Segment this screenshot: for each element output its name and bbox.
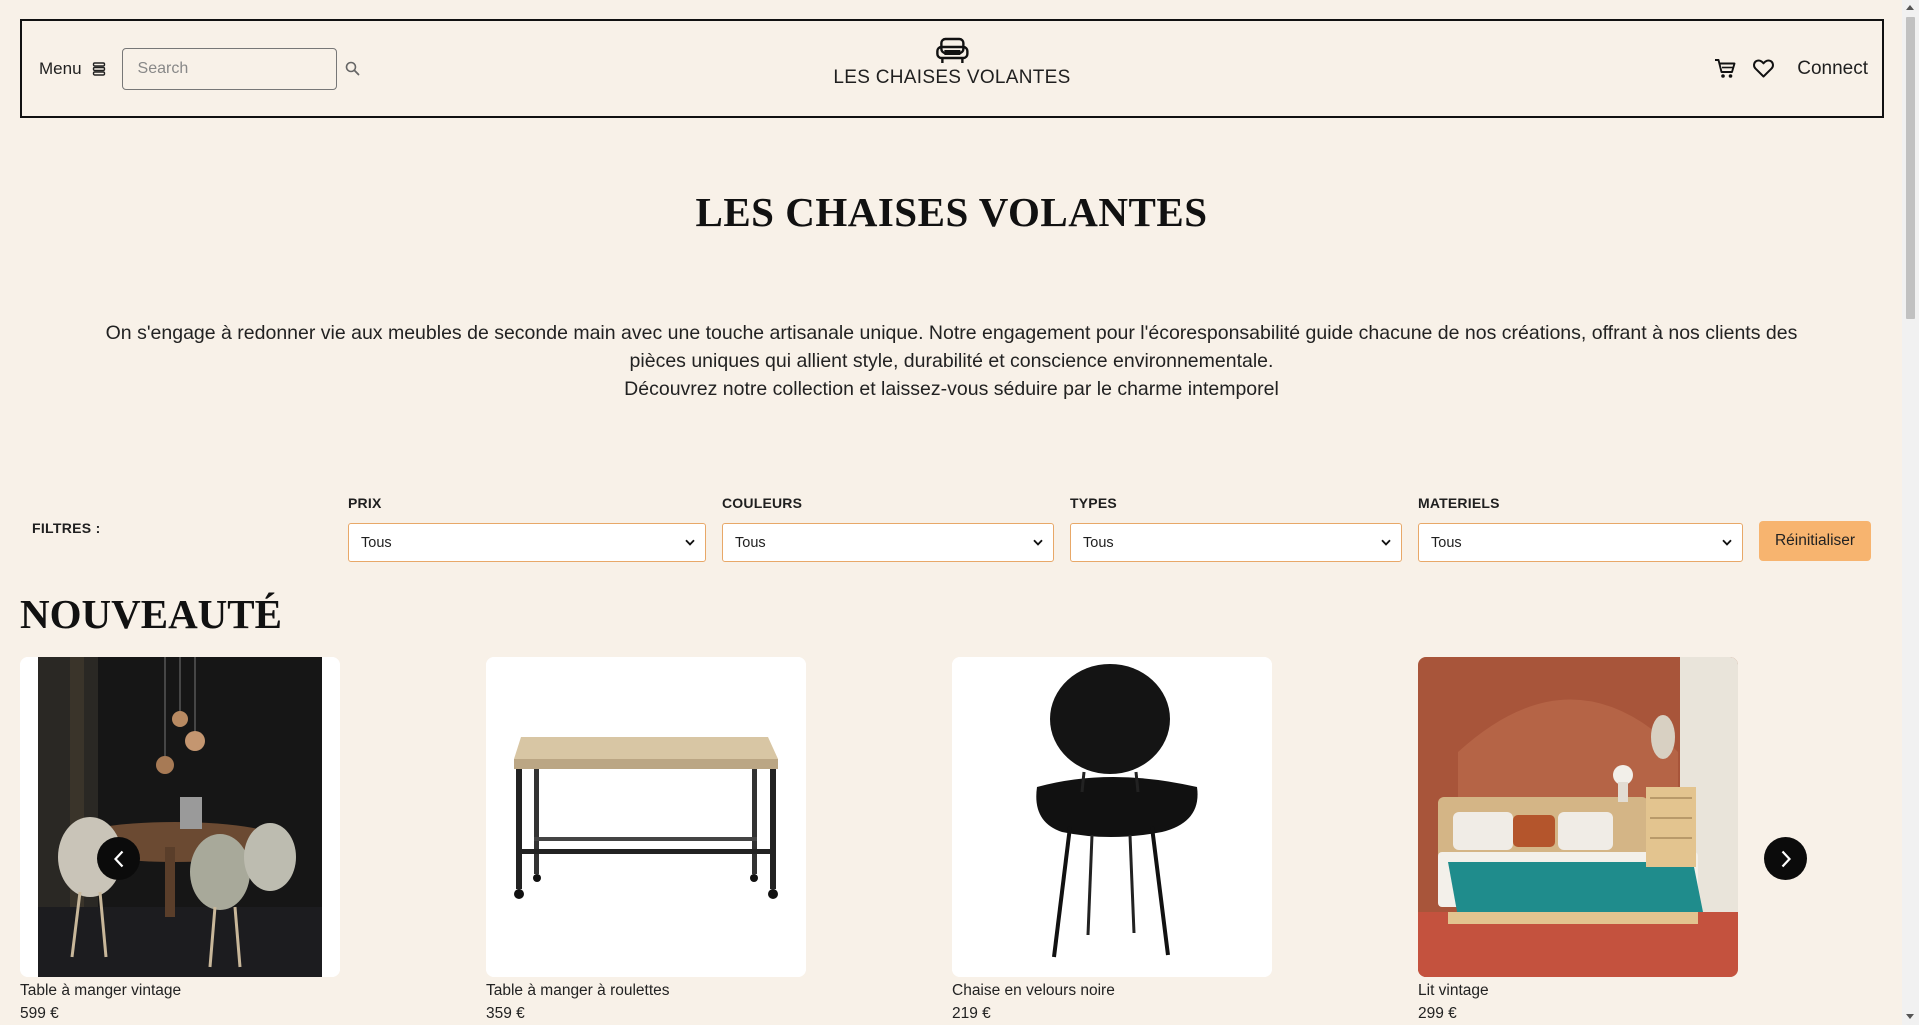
filter-materiels-value: Tous	[1431, 534, 1462, 551]
chevron-down-icon	[1033, 539, 1043, 546]
product-image[interactable]	[486, 657, 806, 977]
carousel-prev-button[interactable]	[97, 837, 140, 880]
scroll-up-arrow[interactable]	[1906, 5, 1914, 10]
search-input[interactable]	[137, 59, 345, 78]
reset-filters-button[interactable]: Réinitialiser	[1759, 521, 1871, 561]
filter-couleurs: COULEURS Tous	[722, 495, 1054, 562]
scroll-down-arrow[interactable]	[1906, 1014, 1914, 1019]
page-title: LES CHAISES VOLANTES	[695, 189, 1208, 235]
brand-name: LES CHAISES VOLANTES	[833, 67, 1071, 88]
page-scrollbar[interactable]	[1902, 0, 1919, 1025]
connect-link[interactable]: Connect	[1797, 58, 1868, 80]
product-price: 299 €	[1418, 1005, 1457, 1022]
header-actions: Connect	[1714, 21, 1868, 116]
product-name: Table à manger à roulettes	[486, 982, 670, 999]
cart-icon[interactable]	[1714, 58, 1736, 79]
filter-couleurs-select[interactable]: Tous	[722, 523, 1054, 562]
product-card[interactable]: Chaise en velours noire 219 €	[952, 657, 1272, 1023]
filter-materiels: MATERIELS Tous	[1418, 495, 1743, 562]
carousel-next-button[interactable]	[1764, 837, 1807, 880]
magnifier-icon[interactable]	[345, 61, 360, 76]
brand-logo[interactable]: LES CHAISES VOLANTES	[833, 37, 1070, 89]
filter-types: TYPES Tous	[1070, 495, 1402, 562]
product-name: Table à manger vintage	[20, 982, 182, 999]
product-card[interactable]: Lit vintage 299 €	[1418, 657, 1738, 1023]
heart-icon[interactable]	[1753, 59, 1775, 78]
filter-types-value: Tous	[1083, 534, 1114, 551]
product-card[interactable]: Table à manger vintage 599 €	[20, 657, 340, 1023]
chevron-down-icon	[1381, 539, 1391, 546]
scrollbar-thumb[interactable]	[1906, 17, 1915, 319]
filter-materiels-select[interactable]: Tous	[1418, 523, 1743, 562]
product-image[interactable]	[20, 657, 340, 977]
filters-label: FILTRES :	[32, 520, 101, 536]
filter-prix: PRIX Tous	[348, 495, 706, 562]
filter-couleurs-value: Tous	[735, 534, 766, 551]
search-box	[121, 47, 359, 90]
filter-types-label: TYPES	[1070, 495, 1117, 511]
filter-couleurs-label: COULEURS	[722, 495, 803, 511]
filter-prix-select[interactable]: Tous	[348, 523, 706, 562]
chevron-down-icon	[685, 539, 695, 546]
section-title-nouveaute: NOUVEAUTÉ	[20, 591, 282, 637]
site-header: Menu LES CHAISES VOLANTES Connect	[20, 19, 1884, 118]
product-name: Lit vintage	[1418, 982, 1489, 999]
armchair-icon	[935, 37, 969, 65]
product-image[interactable]	[952, 657, 1272, 977]
chevron-down-icon	[1722, 539, 1732, 546]
menu-label: Menu	[39, 58, 82, 78]
hero-description-main: On s'engage à redonner vie aux meubles d…	[105, 322, 1798, 372]
product-price: 219 €	[952, 1005, 991, 1022]
hero-description: On s'engage à redonner vie aux meubles d…	[100, 319, 1803, 403]
filter-materiels-label: MATERIELS	[1418, 495, 1500, 511]
product-image[interactable]	[1418, 657, 1738, 977]
filter-prix-label: PRIX	[348, 495, 382, 511]
chevron-left-icon	[113, 850, 125, 868]
product-card[interactable]: Table à manger à roulettes 359 €	[486, 657, 806, 1023]
stack-icon	[92, 61, 106, 76]
product-name: Chaise en velours noire	[952, 982, 1115, 999]
hero-description-cta: Découvrez notre collection et laissez-vo…	[624, 378, 1279, 400]
product-price: 359 €	[486, 1005, 525, 1022]
menu-button[interactable]: Menu	[39, 59, 106, 79]
filter-prix-value: Tous	[361, 534, 392, 551]
product-price: 599 €	[20, 1005, 59, 1022]
chevron-right-icon	[1780, 850, 1792, 868]
filter-types-select[interactable]: Tous	[1070, 523, 1402, 562]
